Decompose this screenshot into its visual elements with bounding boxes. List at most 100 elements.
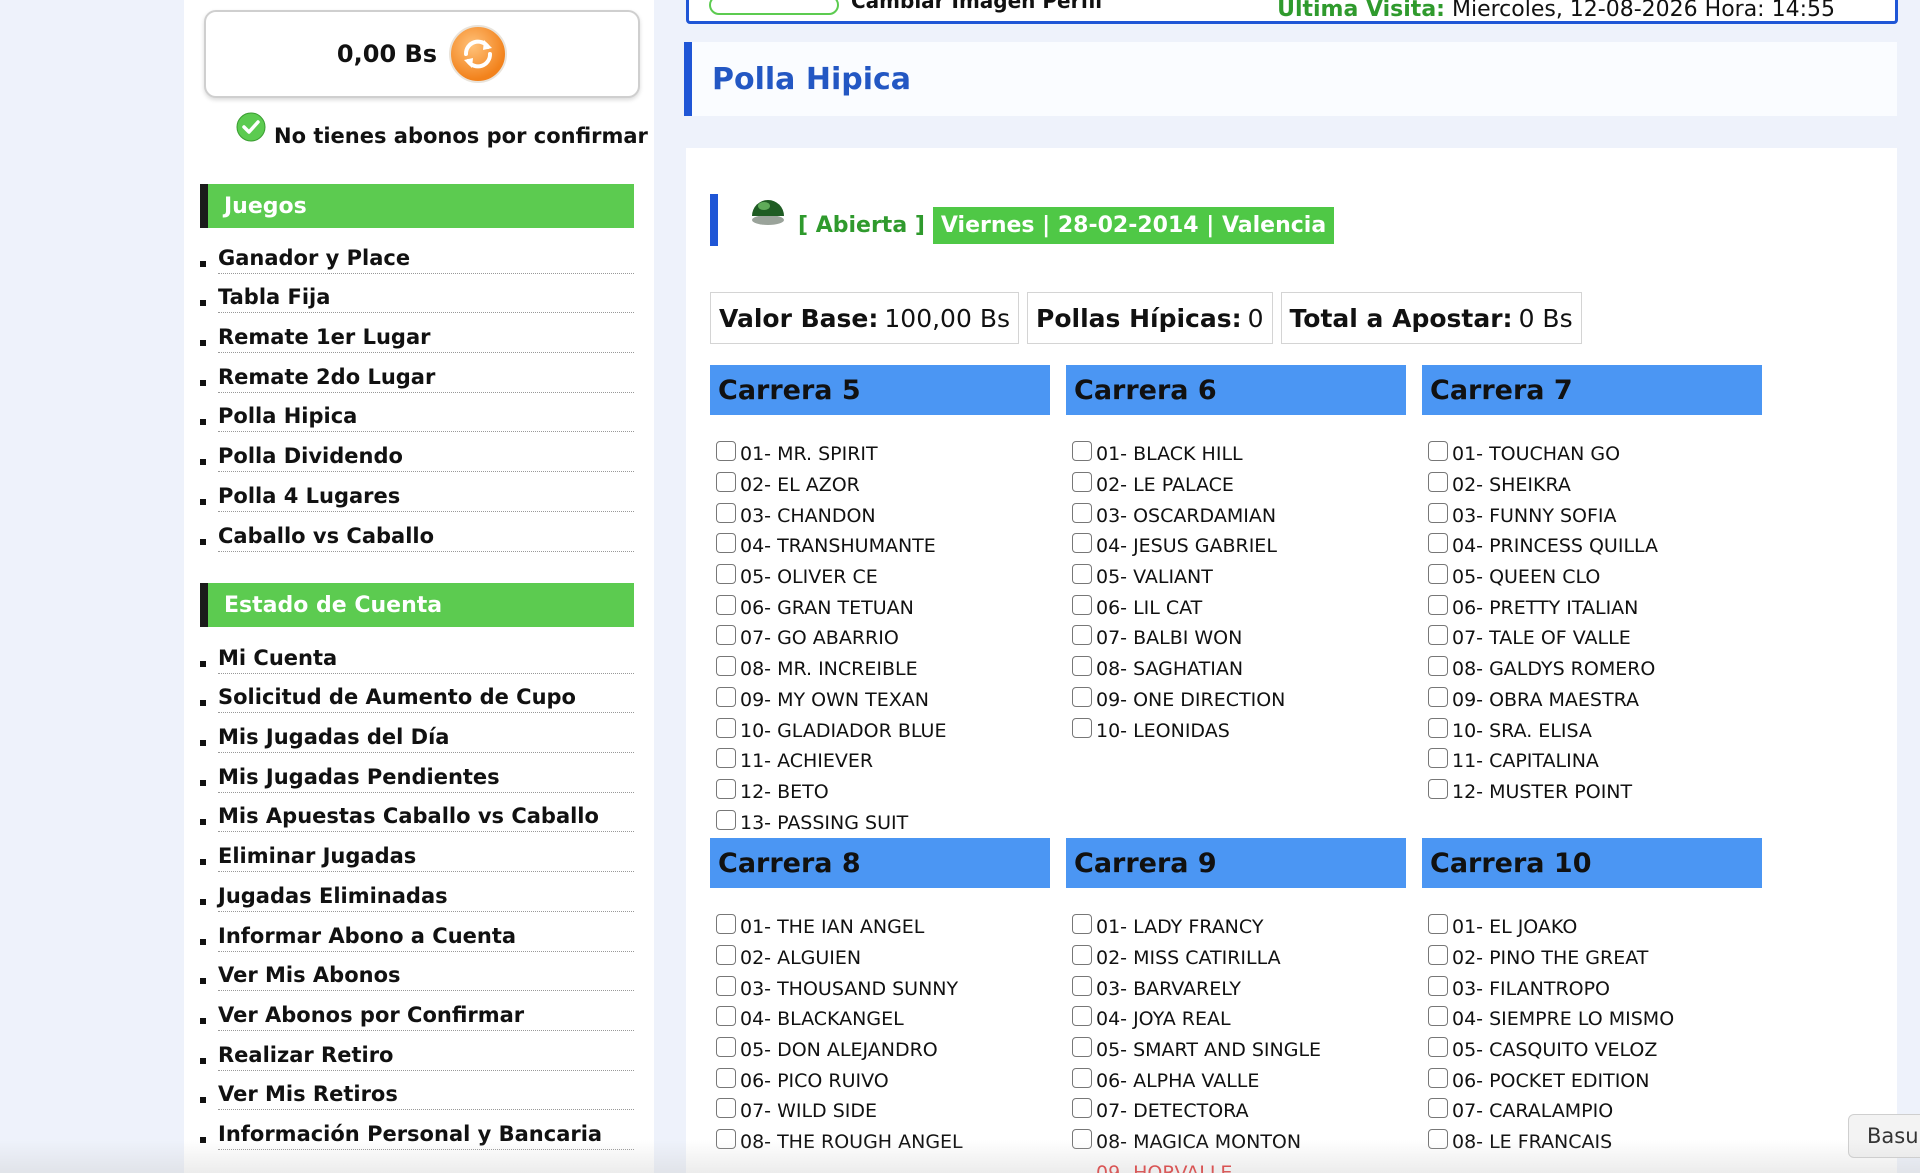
horse-checkbox[interactable]	[1428, 778, 1448, 799]
horse-option[interactable]: 02- ALGUIEN	[716, 943, 1050, 974]
menu-link[interactable]: Caballo vs Caballo	[218, 524, 634, 552]
menu-item[interactable]: Mis Jugadas Pendientes	[200, 757, 634, 797]
menu-item[interactable]: Jugadas Eliminadas	[200, 876, 634, 916]
horse-checkbox[interactable]	[1428, 656, 1448, 677]
horse-option[interactable]: 05- VALIANT	[1072, 562, 1406, 593]
menu-link[interactable]: Mi Cuenta	[218, 646, 634, 674]
menu-item[interactable]: Polla Hipica	[200, 397, 634, 437]
horse-checkbox[interactable]	[1072, 441, 1092, 462]
horse-checkbox[interactable]	[716, 1098, 736, 1119]
horse-option[interactable]: 02- EL AZOR	[716, 470, 1050, 501]
horse-checkbox[interactable]	[1428, 472, 1448, 493]
horse-option[interactable]: 05- DON ALEJANDRO	[716, 1035, 1050, 1066]
horse-checkbox[interactable]	[716, 625, 736, 646]
horse-checkbox[interactable]	[716, 564, 736, 585]
horse-option[interactable]: 10- LEONIDAS	[1072, 715, 1406, 746]
horse-option[interactable]: 01- LADY FRANCY	[1072, 912, 1406, 943]
horse-option[interactable]: 02- MISS CATIRILLA	[1072, 943, 1406, 974]
horse-checkbox[interactable]	[716, 686, 736, 707]
menu-link[interactable]: Realizar Retiro	[218, 1043, 634, 1071]
horse-checkbox[interactable]	[1072, 1129, 1092, 1150]
horse-option[interactable]: 02- LE PALACE	[1072, 470, 1406, 501]
horse-option[interactable]: 01- THE IAN ANGEL	[716, 912, 1050, 943]
horse-option[interactable]: 04- JOYA REAL	[1072, 1004, 1406, 1035]
horse-checkbox[interactable]	[1072, 656, 1092, 677]
horse-checkbox[interactable]	[716, 748, 736, 769]
horse-checkbox[interactable]	[1072, 1098, 1092, 1119]
menu-link[interactable]: Ganador y Place	[218, 246, 634, 274]
menu-item[interactable]: Remate 2do Lugar	[200, 357, 634, 397]
horse-checkbox[interactable]	[1428, 914, 1448, 935]
horse-checkbox[interactable]	[1072, 914, 1092, 935]
horse-option[interactable]: 02- PINO THE GREAT	[1428, 943, 1762, 974]
menu-link[interactable]: Solicitud de Aumento de Cupo	[218, 685, 634, 714]
horse-checkbox[interactable]	[1428, 625, 1448, 646]
horse-option[interactable]: 04- PRINCESS QUILLA	[1428, 531, 1762, 562]
horse-checkbox[interactable]	[1072, 686, 1092, 707]
horse-option[interactable]: 11- ACHIEVER	[716, 746, 1050, 777]
horse-checkbox[interactable]	[1072, 1037, 1092, 1058]
horse-checkbox[interactable]	[1428, 1037, 1448, 1058]
menu-item[interactable]: Polla 4 Lugares	[200, 476, 634, 516]
horse-checkbox[interactable]	[1072, 472, 1092, 493]
horse-checkbox[interactable]	[1072, 717, 1092, 738]
horse-option[interactable]: 06- LIL CAT	[1072, 592, 1406, 623]
horse-option[interactable]: 07- TALE OF VALLE	[1428, 623, 1762, 654]
horse-option[interactable]: 08- MAGICA MONTON	[1072, 1127, 1406, 1158]
horse-checkbox[interactable]	[1428, 1129, 1448, 1150]
horse-option[interactable]: 04- TRANSHUMANTE	[716, 531, 1050, 562]
horse-option[interactable]: 09- OBRA MAESTRA	[1428, 685, 1762, 716]
horse-checkbox[interactable]	[716, 778, 736, 799]
horse-checkbox[interactable]	[1428, 564, 1448, 585]
horse-checkbox[interactable]	[1072, 1067, 1092, 1088]
menu-item[interactable]: Solicitud de Aumento de Cupo	[200, 678, 634, 718]
menu-item[interactable]: Información Personal y Bancaria	[200, 1114, 634, 1154]
change-profile-image-label[interactable]: Cambiar Imagen Perfil	[851, 0, 1102, 13]
horse-checkbox[interactable]	[716, 472, 736, 493]
horse-option[interactable]: 08- LE FRANCAIS	[1428, 1127, 1762, 1158]
menu-item[interactable]: Eliminar Jugadas	[200, 836, 634, 876]
horse-option[interactable]: 08- MR. INCREIBLE	[716, 654, 1050, 685]
horse-option[interactable]: 06- GRAN TETUAN	[716, 592, 1050, 623]
horse-checkbox[interactable]	[716, 656, 736, 677]
horse-option[interactable]: 07- BALBI WON	[1072, 623, 1406, 654]
menu-item[interactable]: Ver Abonos por Confirmar	[200, 995, 634, 1035]
horse-option[interactable]: 02- SHEIKRA	[1428, 470, 1762, 501]
change-profile-image-button[interactable]	[709, 0, 839, 15]
horse-checkbox[interactable]	[716, 975, 736, 996]
horse-option[interactable]: 06- POCKET EDITION	[1428, 1065, 1762, 1096]
horse-checkbox[interactable]	[1428, 594, 1448, 615]
horse-option[interactable]: 07- CARALAMPIO	[1428, 1096, 1762, 1127]
horse-option[interactable]: 03- OSCARDAMIAN	[1072, 500, 1406, 531]
menu-item[interactable]: Ver Mis Abonos	[200, 956, 634, 996]
horse-checkbox[interactable]	[716, 502, 736, 523]
horse-option[interactable]: 10- SRA. ELISA	[1428, 715, 1762, 746]
horse-option[interactable]: 11- CAPITALINA	[1428, 746, 1762, 777]
horse-option[interactable]: 09- MY OWN TEXAN	[716, 685, 1050, 716]
horse-checkbox[interactable]	[716, 594, 736, 615]
horse-checkbox[interactable]	[1072, 975, 1092, 996]
horse-option[interactable]: 05- CASQUITO VELOZ	[1428, 1035, 1762, 1066]
menu-item[interactable]: Ver Mis Retiros	[200, 1075, 634, 1115]
horse-option[interactable]: 06- PICO RUIVO	[716, 1065, 1050, 1096]
horse-checkbox[interactable]	[1428, 748, 1448, 769]
menu-item[interactable]: Remate 1er Lugar	[200, 317, 634, 357]
menu-link[interactable]: Polla Dividendo	[218, 444, 634, 473]
horse-option[interactable]: 03- FILANTROPO	[1428, 973, 1762, 1004]
horse-option[interactable]: 04- BLACKANGEL	[716, 1004, 1050, 1035]
horse-option[interactable]: 01- EL JOAKO	[1428, 912, 1762, 943]
horse-option[interactable]: 12- MUSTER POINT	[1428, 777, 1762, 808]
horse-checkbox[interactable]	[1428, 1067, 1448, 1088]
horse-checkbox[interactable]	[716, 809, 736, 830]
horse-checkbox[interactable]	[1428, 441, 1448, 462]
horse-checkbox[interactable]	[1428, 975, 1448, 996]
horse-checkbox[interactable]	[1072, 594, 1092, 615]
menu-item[interactable]: Mis Apuestas Caballo vs Caballo	[200, 797, 634, 837]
horse-option[interactable]: 05- SMART AND SINGLE	[1072, 1035, 1406, 1066]
menu-link[interactable]: Mis Jugadas Pendientes	[218, 765, 634, 793]
horse-checkbox[interactable]	[716, 533, 736, 554]
horse-option[interactable]: 10- GLADIADOR BLUE	[716, 715, 1050, 746]
menu-link[interactable]: Remate 2do Lugar	[218, 365, 634, 393]
horse-option[interactable]: 08- THE ROUGH ANGEL	[716, 1127, 1050, 1158]
menu-link[interactable]: Ver Abonos por Confirmar	[218, 1003, 634, 1031]
